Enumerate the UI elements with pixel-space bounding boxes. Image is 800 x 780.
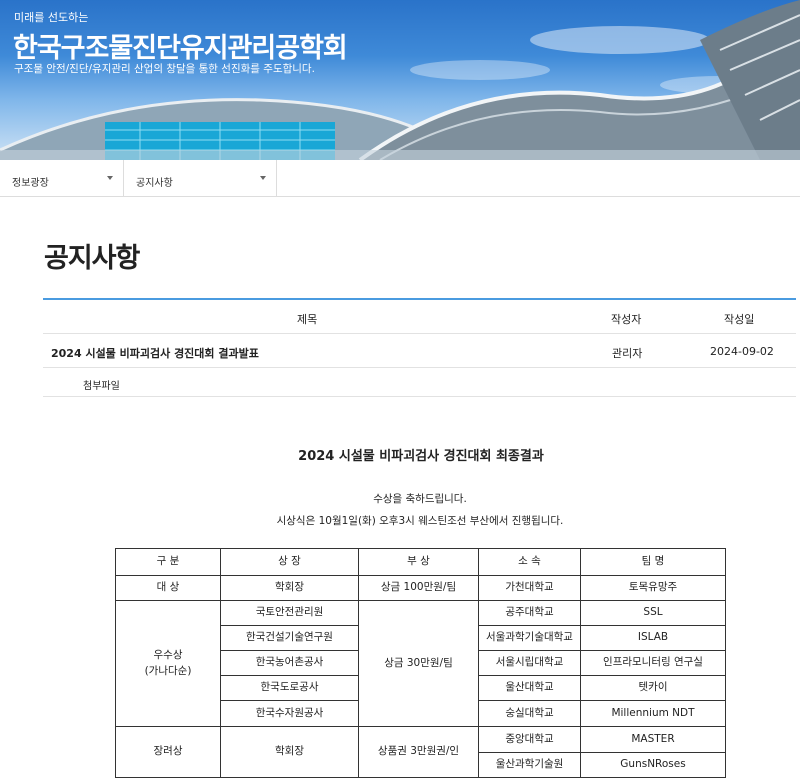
encouragement-school: 중앙대학교	[505, 732, 554, 745]
ceremony-text: 시상식은 10월1일(화) 오후3시 웨스틴조선 부산에서 진행됩니다.	[276, 515, 564, 527]
attachment-row: 첨부파일	[43, 368, 796, 397]
excellence-category-label: 우수상	[153, 648, 183, 661]
attachment-label: 첨부파일	[83, 381, 120, 392]
excellence-team: ISLAB	[637, 631, 669, 644]
excellence-certificate: 한국농어촌공사	[255, 656, 324, 669]
excellence-certificate: 국토안전관리원	[255, 606, 324, 619]
results-header-certificate: 상 장	[278, 555, 301, 568]
excellence-category: 우수상 (가나다순)	[116, 601, 220, 726]
breadcrumb-page-dropdown[interactable]: 공지사항	[124, 160, 277, 197]
notice-header-table: 제목 작성자 작성일 2024 시설물 비파괴검사 경진대회 결과발표 관리자 …	[43, 298, 796, 397]
results-header-prize: 부 상	[407, 555, 430, 568]
excellence-certificate: 한국건설기술연구원	[246, 631, 333, 644]
grand-prize-category: 대 상	[156, 581, 180, 594]
page-title: 공지사항	[44, 243, 140, 274]
excellence-prize: 상금 30만원/팀	[384, 656, 453, 669]
excellence-team: 인프라모니터링 연구실	[603, 656, 703, 669]
grand-prize-certificate: 학회장	[275, 581, 304, 594]
excellence-team: SSL	[643, 606, 663, 619]
header-subtitle: 구조물 안전/진단/유지관리 산업의 창달을 통한 선진화를 주도합니다.	[14, 63, 315, 75]
caret-down-icon	[107, 176, 113, 180]
excellence-category-note: (가나다순)	[144, 664, 192, 677]
column-header-title: 제목	[297, 313, 318, 326]
column-header-author: 작성자	[611, 313, 642, 326]
encouragement-team: GunsNRoses	[620, 758, 686, 771]
results-header-team: 팀 명	[641, 555, 665, 568]
excellence-school: 서울시립대학교	[495, 656, 564, 669]
content-heading: 2024 시설물 비파괴검사 경진대회 최종결과	[298, 449, 544, 464]
caret-down-icon	[260, 176, 266, 180]
encouragement-team: MASTER	[631, 732, 675, 745]
excellence-school: 서울과학기술대학교	[486, 631, 573, 644]
notice-header-row: 제목 작성자 작성일	[43, 300, 796, 334]
column-header-date: 작성일	[724, 313, 755, 326]
site-title[interactable]: 한국구조물진단유지관리공학회	[13, 26, 348, 65]
results-table: 구 분 상 장 부 상 소 속 팀 명 대 상 학회장 상금 100만원/팀 가…	[115, 548, 726, 778]
header-tagline: 미래를 선도하는	[14, 11, 89, 24]
congrats-text: 수상을 축하드립니다.	[373, 493, 467, 505]
grand-prize-school: 가천대학교	[505, 581, 554, 594]
header-banner: 미래를 선도하는 한국구조물진단유지관리공학회 구조물 안전/진단/유지관리 산…	[0, 0, 800, 160]
encouragement-prize: 상품권 3만원권/인	[377, 745, 460, 758]
breadcrumb-page-label: 공지사항	[136, 178, 173, 189]
encouragement-school: 울산과학기술원	[495, 758, 564, 771]
encouragement-category: 장려상	[153, 745, 183, 758]
breadcrumb-section-label: 정보광장	[12, 178, 49, 189]
encouragement-certificate: 학회장	[275, 745, 304, 758]
breadcrumb-section-dropdown[interactable]: 정보광장	[0, 160, 124, 197]
results-header-school: 소 속	[518, 555, 541, 568]
results-header-category: 구 분	[156, 555, 180, 568]
notice-author: 관리자	[612, 347, 643, 360]
excellence-certificate: 한국도로공사	[260, 681, 319, 694]
notice-date: 2024-09-02	[710, 345, 774, 358]
grand-prize-award: 상금 100만원/팀	[380, 581, 457, 594]
excellence-certificate: 한국수자원공사	[255, 706, 324, 719]
excellence-school: 공주대학교	[505, 606, 554, 619]
excellence-school: 숭실대학교	[505, 706, 554, 719]
excellence-team: 텟카이	[638, 681, 668, 694]
excellence-school: 울산대학교	[505, 681, 554, 694]
grand-prize-team: 토목유망주	[628, 581, 678, 594]
breadcrumb: 정보광장 공지사항	[0, 160, 800, 197]
notice-info-row: 2024 시설물 비파괴검사 경진대회 결과발표 관리자 2024-09-02	[43, 334, 796, 368]
stadium-roof-illustration	[0, 0, 800, 160]
excellence-team: Millennium NDT	[611, 706, 695, 719]
notice-title: 2024 시설물 비파괴검사 경진대회 결과발표	[51, 347, 259, 360]
